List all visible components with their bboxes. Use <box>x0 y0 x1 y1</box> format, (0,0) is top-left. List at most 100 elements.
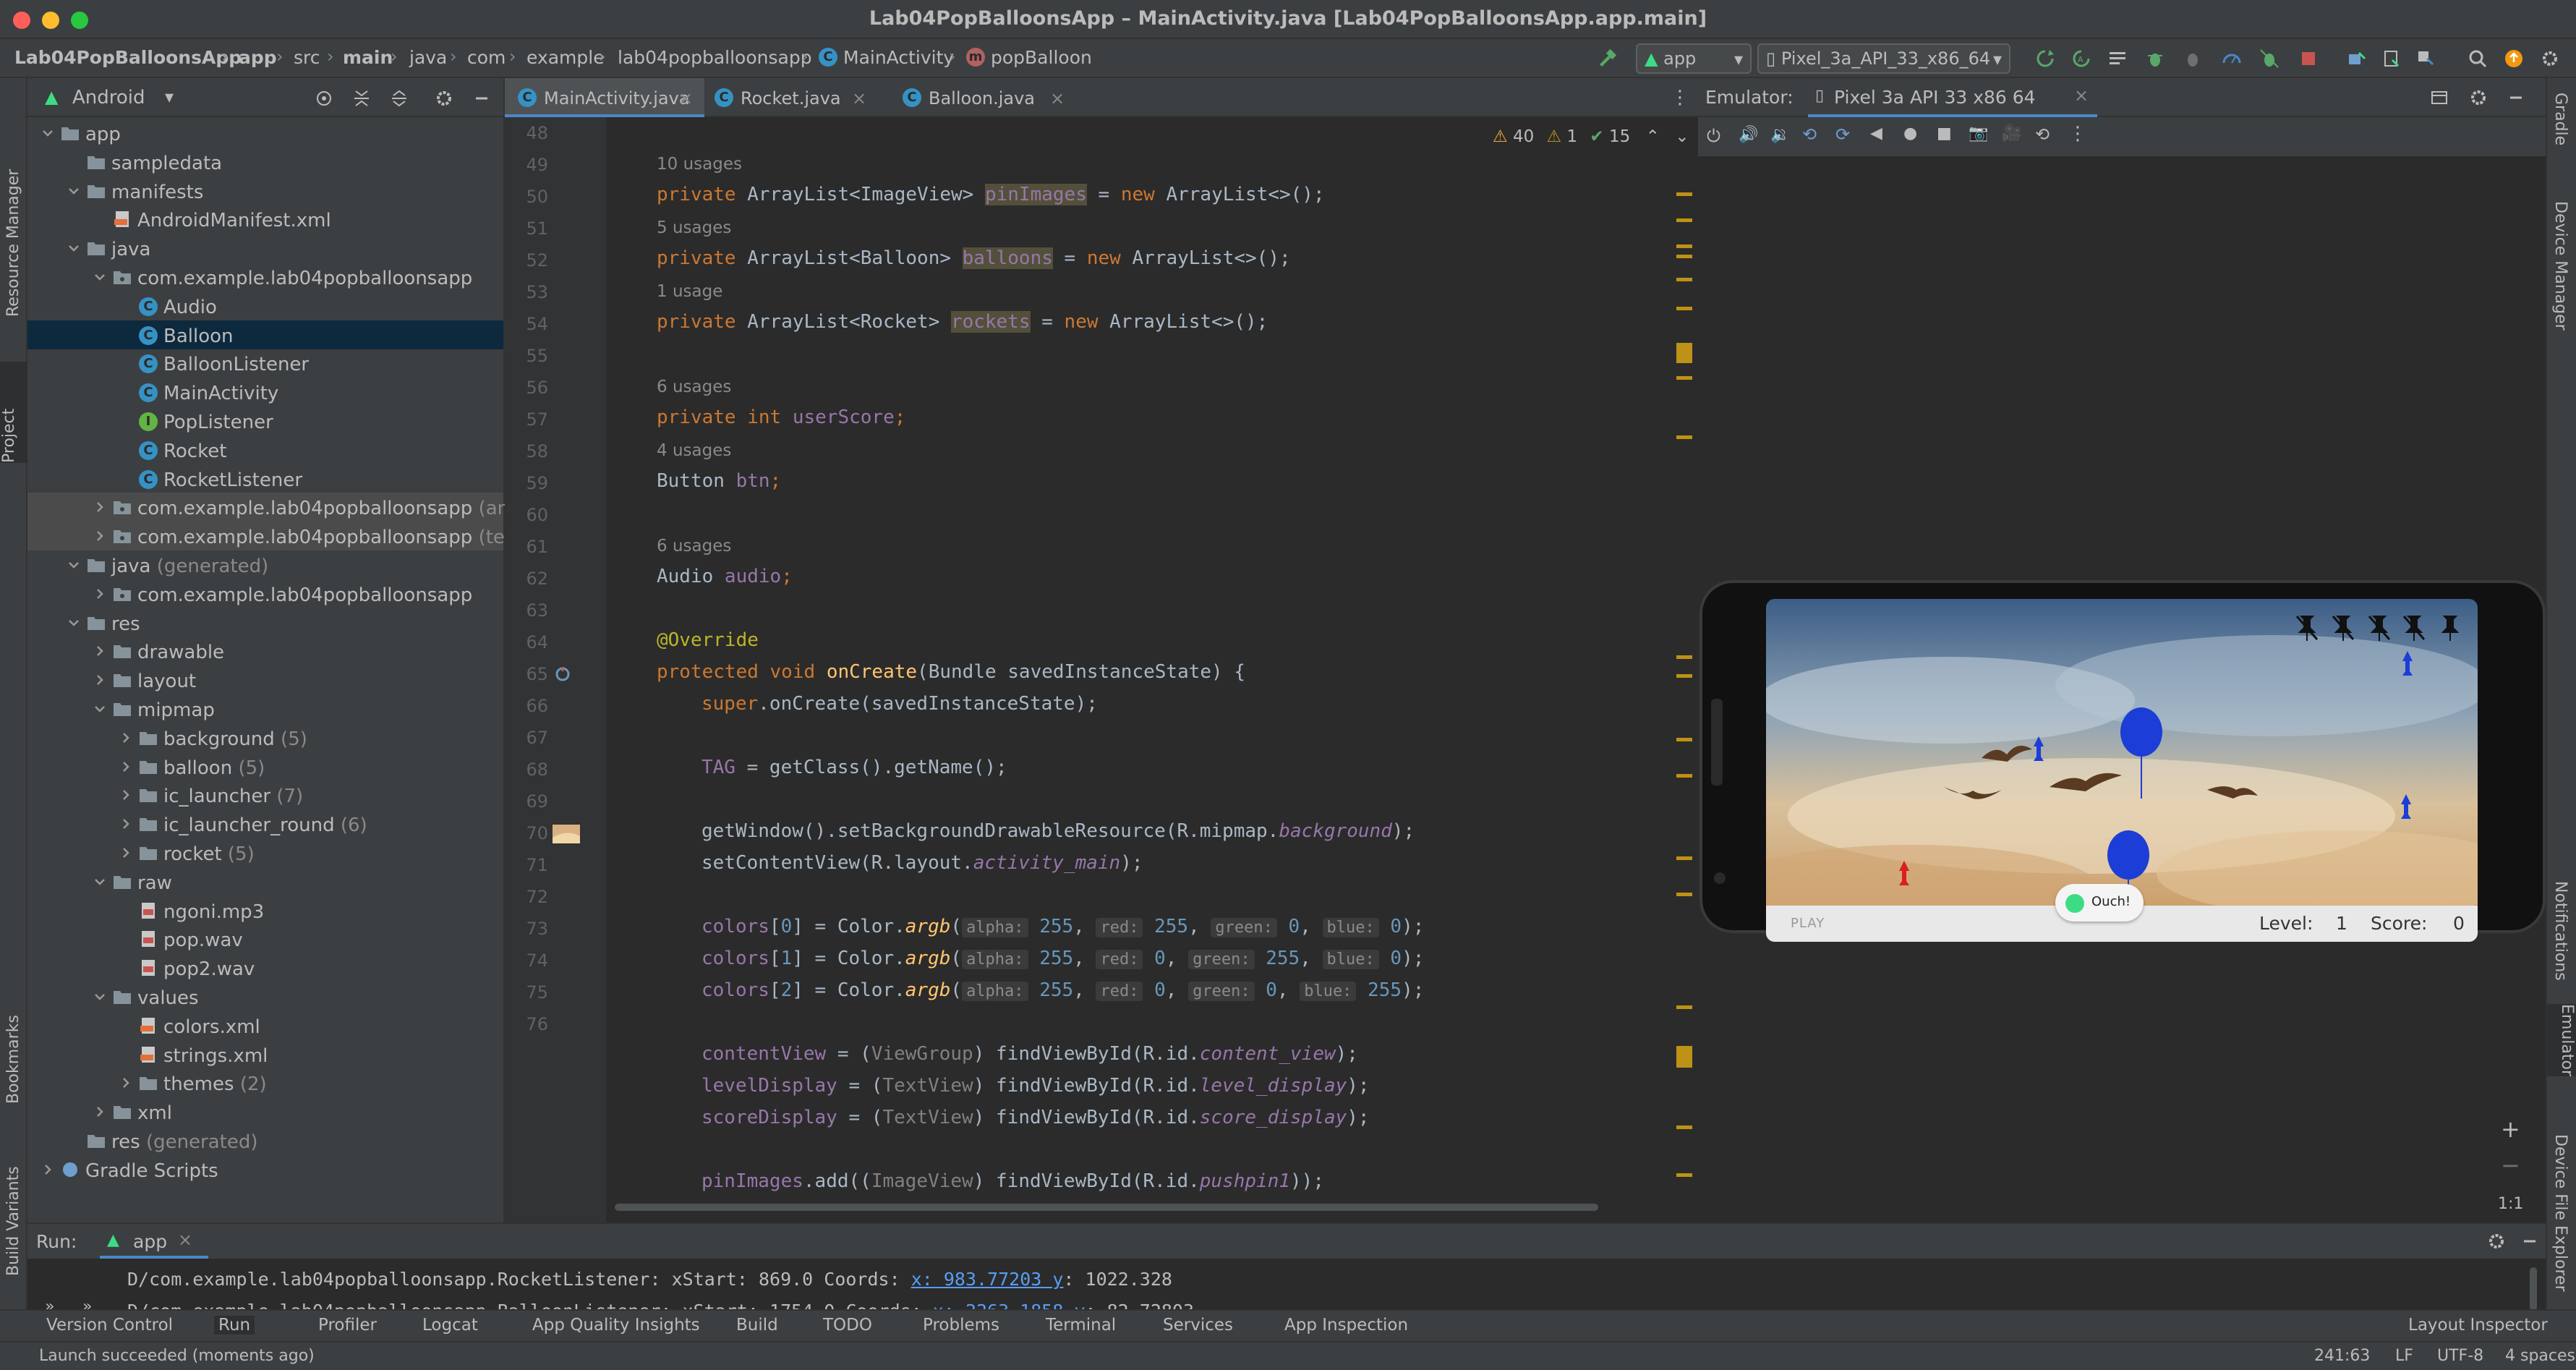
chevron-right-icon[interactable] <box>119 846 133 860</box>
breadcrumb-module[interactable]: app <box>239 47 277 68</box>
warning-marker[interactable] <box>1676 856 1692 860</box>
tool-layout-inspector[interactable]: Layout Inspector <box>2408 1316 2548 1335</box>
tree-item[interactable]: I PopListener <box>27 407 503 435</box>
chevron-down-icon[interactable] <box>67 558 81 572</box>
horizontal-scrollbar[interactable] <box>615 1204 1598 1211</box>
play-button[interactable]: PLAY <box>1791 916 1825 931</box>
expand-all-icon[interactable] <box>351 88 372 109</box>
line-separator[interactable]: LF <box>2395 1347 2413 1365</box>
inspection-widget[interactable]: ⚠ 40 ⚠ 1 ✔ 15 ⌃ ⌄ <box>1493 127 1689 146</box>
warning-marker[interactable] <box>1676 655 1692 659</box>
chevron-down-icon[interactable]: ⌄ <box>1675 127 1689 146</box>
emulator-tab[interactable]: Emulator <box>2547 1004 2576 1076</box>
tab-run-app[interactable]: ▲ app × <box>100 1224 208 1259</box>
warning-marker[interactable] <box>1676 1046 1692 1068</box>
overview-icon[interactable]: ■ <box>1937 124 1952 142</box>
chevron-right-icon[interactable] <box>40 1162 55 1177</box>
tree-item[interactable]: AndroidManifest.xml <box>27 205 503 234</box>
tree-item[interactable]: java (generated) <box>27 550 503 579</box>
usage-hint[interactable]: 4 usages <box>657 441 731 460</box>
tree-item[interactable]: ic_launcher_round (6) <box>27 809 503 838</box>
warning-marker[interactable] <box>1676 376 1692 380</box>
chevron-right-icon[interactable] <box>93 1105 107 1119</box>
chevron-down-icon[interactable] <box>93 270 107 284</box>
tree-item[interactable]: mipmap <box>27 694 503 723</box>
tree-item[interactable]: C Rocket <box>27 435 503 464</box>
tree-item[interactable]: com.example.lab04popballoonsapp <box>27 579 503 608</box>
hammer-icon[interactable] <box>1597 48 1617 69</box>
tool-app-inspection[interactable]: App Inspection <box>1284 1316 1408 1335</box>
project-tab[interactable]: Project <box>0 362 27 463</box>
rocket-image[interactable] <box>2401 651 2414 677</box>
gear-icon[interactable] <box>434 88 454 109</box>
rocket-image[interactable] <box>2032 736 2045 762</box>
rocket-image[interactable] <box>1898 861 1911 887</box>
warning-marker[interactable] <box>1676 278 1692 281</box>
sync-gradle-icon[interactable] <box>2415 48 2436 69</box>
window-mode-icon[interactable] <box>2430 88 2449 107</box>
tool-profiler[interactable]: Profiler <box>318 1316 377 1335</box>
tree-item[interactable]: background (5) <box>27 723 503 752</box>
warning-marker[interactable] <box>1676 1005 1692 1009</box>
gradle-tab[interactable]: Gradle <box>2551 93 2569 145</box>
tree-item[interactable]: Gradle Scripts <box>27 1155 503 1184</box>
warning-marker[interactable] <box>1676 192 1692 196</box>
tab-mainactivity[interactable]: C MainActivity.java × <box>505 78 704 117</box>
tree-item[interactable]: C MainActivity <box>27 378 503 407</box>
close-icon[interactable]: × <box>2074 85 2089 106</box>
breadcrumb-project[interactable]: Lab04PopBalloonsApp <box>14 47 242 68</box>
warning-marker[interactable] <box>1676 674 1692 678</box>
tree-item[interactable]: res (generated) <box>27 1126 503 1155</box>
volume-up-icon[interactable]: 🔊 <box>1739 126 1758 144</box>
notifications-tab[interactable]: Notifications <box>2551 881 2569 981</box>
chevron-right-icon[interactable] <box>119 731 133 745</box>
breadcrumb-com[interactable]: com <box>467 47 506 68</box>
home-icon[interactable]: ● <box>1903 124 1917 142</box>
warning-marker[interactable] <box>1676 255 1692 258</box>
attach-debugger-icon[interactable] <box>2183 48 2203 69</box>
device-manager-icon[interactable] <box>2346 48 2366 69</box>
chevron-down-icon[interactable] <box>67 184 81 198</box>
back-icon[interactable]: ◀ <box>1870 124 1882 142</box>
power-icon[interactable]: ⏻ <box>1707 126 1720 146</box>
volume-down-icon[interactable]: 🔉 <box>1770 126 1790 144</box>
tree-item[interactable]: xml <box>27 1097 503 1126</box>
tool-terminal[interactable]: Terminal <box>1046 1316 1116 1335</box>
tree-item[interactable]: com.example.lab04popballoonsapp (and <box>27 493 521 522</box>
close-icon[interactable]: × <box>1050 88 1065 109</box>
collapse-all-icon[interactable] <box>389 88 409 109</box>
more-options-icon[interactable]: ⋮ <box>1671 87 1689 109</box>
device-file-explorer-tab[interactable]: Device File Explorer <box>2551 1134 2569 1292</box>
usage-hint[interactable]: 6 usages <box>657 378 731 396</box>
breadcrumb-main[interactable]: main <box>343 47 393 68</box>
tab-rocket[interactable]: C Rocket.java × <box>707 78 897 117</box>
warning-marker[interactable] <box>1676 774 1692 778</box>
more-options-icon[interactable]: ⋮ <box>2068 123 2087 145</box>
tree-item[interactable]: sampledata <box>27 148 503 176</box>
usage-hint[interactable]: 10 usages <box>657 155 742 174</box>
chevron-right-icon[interactable] <box>119 760 133 774</box>
usage-hint[interactable]: 5 usages <box>657 218 731 237</box>
debug-icon[interactable] <box>2145 48 2165 69</box>
tree-item[interactable]: C BalloonListener <box>27 349 503 378</box>
hide-panel-icon[interactable] <box>472 88 492 109</box>
tree-item[interactable]: java <box>27 234 503 263</box>
code-editor[interactable]: 48 49 50 51 52 53 54 55 56 57 58 59 60 61 62 63 64 65 66 67… <box>505 117 1698 1222</box>
tool-run[interactable]: Run <box>214 1316 255 1335</box>
tree-item[interactable]: res <box>27 608 503 637</box>
tree-item[interactable]: pop.wav <box>27 924 503 953</box>
chevron-right-icon[interactable] <box>93 673 107 687</box>
zoom-actual-size-button[interactable]: 1:1 <box>2498 1195 2523 1213</box>
tool-logcat[interactable]: Logcat <box>422 1316 478 1335</box>
indent-setting[interactable]: 4 spaces <box>2505 1347 2575 1365</box>
tree-item[interactable]: colors.xml <box>27 1011 503 1040</box>
zoom-in-button[interactable]: + <box>2501 1115 2520 1143</box>
resource-manager-tab[interactable]: Resource Manager <box>4 100 22 317</box>
run-config-select[interactable]: ▲ app ▾ <box>1636 43 1752 74</box>
locate-icon[interactable] <box>314 88 334 109</box>
tree-item[interactable]: raw <box>27 867 503 896</box>
tool-app-quality-insights[interactable]: App Quality Insights <box>532 1316 700 1335</box>
attach-process-icon[interactable] <box>2259 48 2279 69</box>
bookmarks-tab[interactable]: Bookmarks <box>4 988 22 1104</box>
rotate-left-icon[interactable]: ⟲ <box>1802 124 1817 145</box>
